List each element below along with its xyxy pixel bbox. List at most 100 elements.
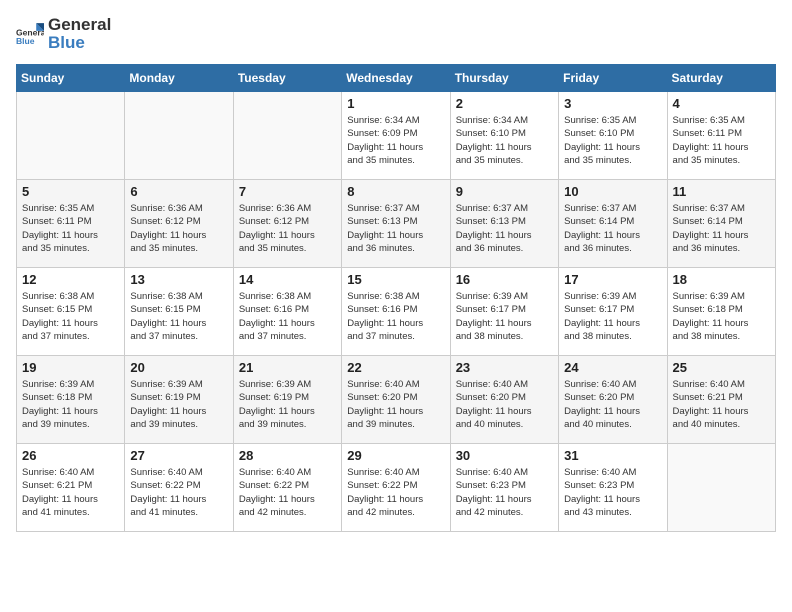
- day-info: Sunrise: 6:35 AM Sunset: 6:11 PM Dayligh…: [22, 202, 119, 255]
- day-info: Sunrise: 6:37 AM Sunset: 6:14 PM Dayligh…: [564, 202, 661, 255]
- day-info: Sunrise: 6:40 AM Sunset: 6:21 PM Dayligh…: [22, 466, 119, 519]
- day-number: 19: [22, 360, 119, 375]
- day-number: 1: [347, 96, 444, 111]
- day-number: 14: [239, 272, 336, 287]
- day-number: 7: [239, 184, 336, 199]
- day-info: Sunrise: 6:39 AM Sunset: 6:19 PM Dayligh…: [239, 378, 336, 431]
- day-number: 23: [456, 360, 553, 375]
- day-number: 31: [564, 448, 661, 463]
- day-number: 18: [673, 272, 770, 287]
- logo-general-text: General: [48, 15, 111, 34]
- weekday-header-thursday: Thursday: [450, 65, 558, 92]
- day-info: Sunrise: 6:40 AM Sunset: 6:23 PM Dayligh…: [456, 466, 553, 519]
- calendar-cell: 14 Sunrise: 6:38 AM Sunset: 6:16 PM Dayli…: [233, 268, 341, 356]
- day-number: 21: [239, 360, 336, 375]
- calendar-cell: 18Sunrise: 6:39 AM Sunset: 6:18 PM Dayli…: [667, 268, 775, 356]
- day-info: Sunrise: 6:40 AM Sunset: 6:20 PM Dayligh…: [347, 378, 444, 431]
- day-number: 10: [564, 184, 661, 199]
- day-number: 11: [673, 184, 770, 199]
- calendar-cell: 2 Sunrise: 6:34 AM Sunset: 6:10 PM Daylig…: [450, 92, 558, 180]
- calendar-cell: 4 Sunrise: 6:35 AM Sunset: 6:11 PM Daylig…: [667, 92, 775, 180]
- calendar-cell: [17, 92, 125, 180]
- day-number: 9: [456, 184, 553, 199]
- calendar-cell: 6 Sunrise: 6:36 AM Sunset: 6:12 PM Daylig…: [125, 180, 233, 268]
- calendar-cell: 27 Sunrise: 6:40 AM Sunset: 6:22 PM Dayli…: [125, 444, 233, 532]
- calendar-week-row: 12 Sunrise: 6:38 AM Sunset: 6:15 PM Dayli…: [17, 268, 776, 356]
- day-number: 30: [456, 448, 553, 463]
- page-header: General Blue General Blue: [16, 16, 776, 52]
- day-info: Sunrise: 6:34 AM Sunset: 6:09 PM Dayligh…: [347, 114, 444, 167]
- day-number: 8: [347, 184, 444, 199]
- calendar-cell: 21 Sunrise: 6:39 AM Sunset: 6:19 PM Dayli…: [233, 356, 341, 444]
- weekday-header-monday: Monday: [125, 65, 233, 92]
- logo-icon: General Blue: [16, 20, 44, 48]
- calendar-cell: 10 Sunrise: 6:37 AM Sunset: 6:14 PM Dayli…: [559, 180, 667, 268]
- day-info: Sunrise: 6:39 AM Sunset: 6:17 PM Dayligh…: [456, 290, 553, 343]
- calendar-cell: 13Sunrise: 6:38 AM Sunset: 6:15 PM Dayli…: [125, 268, 233, 356]
- day-number: 6: [130, 184, 227, 199]
- day-info: Sunrise: 6:38 AM Sunset: 6:16 PM Dayligh…: [239, 290, 336, 343]
- calendar-cell: [667, 444, 775, 532]
- calendar-cell: 5 Sunrise: 6:35 AM Sunset: 6:11 PM Daylig…: [17, 180, 125, 268]
- calendar-week-row: 19 Sunrise: 6:39 AM Sunset: 6:18 PM Dayli…: [17, 356, 776, 444]
- calendar-cell: 25 Sunrise: 6:40 AM Sunset: 6:21 PM Dayli…: [667, 356, 775, 444]
- calendar-cell: 29 Sunrise: 6:40 AM Sunset: 6:22 PM Dayli…: [342, 444, 450, 532]
- calendar-cell: 20Sunrise: 6:39 AM Sunset: 6:19 PM Dayli…: [125, 356, 233, 444]
- calendar-cell: 12 Sunrise: 6:38 AM Sunset: 6:15 PM Dayli…: [17, 268, 125, 356]
- calendar-cell: 31 Sunrise: 6:40 AM Sunset: 6:23 PM Dayli…: [559, 444, 667, 532]
- day-number: 22: [347, 360, 444, 375]
- day-number: 24: [564, 360, 661, 375]
- day-info: Sunrise: 6:40 AM Sunset: 6:20 PM Dayligh…: [564, 378, 661, 431]
- day-info: Sunrise: 6:38 AM Sunset: 6:16 PM Dayligh…: [347, 290, 444, 343]
- day-info: Sunrise: 6:35 AM Sunset: 6:11 PM Dayligh…: [673, 114, 770, 167]
- calendar-cell: 3 Sunrise: 6:35 AM Sunset: 6:10 PM Daylig…: [559, 92, 667, 180]
- calendar-cell: 17 Sunrise: 6:39 AM Sunset: 6:17 PM Dayli…: [559, 268, 667, 356]
- day-info: Sunrise: 6:36 AM Sunset: 6:12 PM Dayligh…: [130, 202, 227, 255]
- weekday-header-sunday: Sunday: [17, 65, 125, 92]
- calendar-table: SundayMondayTuesdayWednesdayThursdayFrid…: [16, 64, 776, 532]
- calendar-week-row: 1 Sunrise: 6:34 AM Sunset: 6:09 PM Daylig…: [17, 92, 776, 180]
- day-number: 29: [347, 448, 444, 463]
- calendar-cell: 19 Sunrise: 6:39 AM Sunset: 6:18 PM Dayli…: [17, 356, 125, 444]
- day-number: 5: [22, 184, 119, 199]
- day-number: 15: [347, 272, 444, 287]
- day-number: 12: [22, 272, 119, 287]
- calendar-cell: 7 Sunrise: 6:36 AM Sunset: 6:12 PM Daylig…: [233, 180, 341, 268]
- day-info: Sunrise: 6:38 AM Sunset: 6:15 PM Dayligh…: [22, 290, 119, 343]
- day-info: Sunrise: 6:37 AM Sunset: 6:14 PM Dayligh…: [673, 202, 770, 255]
- calendar-cell: 24 Sunrise: 6:40 AM Sunset: 6:20 PM Dayli…: [559, 356, 667, 444]
- svg-text:Blue: Blue: [16, 36, 35, 46]
- day-number: 17: [564, 272, 661, 287]
- day-info: Sunrise: 6:40 AM Sunset: 6:23 PM Dayligh…: [564, 466, 661, 519]
- day-info: Sunrise: 6:36 AM Sunset: 6:12 PM Dayligh…: [239, 202, 336, 255]
- calendar-cell: [233, 92, 341, 180]
- day-info: Sunrise: 6:39 AM Sunset: 6:17 PM Dayligh…: [564, 290, 661, 343]
- logo: General Blue General Blue: [16, 16, 111, 52]
- day-number: 2: [456, 96, 553, 111]
- day-info: Sunrise: 6:37 AM Sunset: 6:13 PM Dayligh…: [347, 202, 444, 255]
- day-number: 26: [22, 448, 119, 463]
- day-number: 3: [564, 96, 661, 111]
- day-info: Sunrise: 6:40 AM Sunset: 6:22 PM Dayligh…: [130, 466, 227, 519]
- logo-blue-text: Blue: [48, 33, 85, 52]
- day-info: Sunrise: 6:40 AM Sunset: 6:22 PM Dayligh…: [239, 466, 336, 519]
- day-number: 27: [130, 448, 227, 463]
- day-number: 4: [673, 96, 770, 111]
- weekday-header-saturday: Saturday: [667, 65, 775, 92]
- day-number: 13: [130, 272, 227, 287]
- day-info: Sunrise: 6:39 AM Sunset: 6:18 PM Dayligh…: [22, 378, 119, 431]
- calendar-cell: [125, 92, 233, 180]
- calendar-cell: 1 Sunrise: 6:34 AM Sunset: 6:09 PM Daylig…: [342, 92, 450, 180]
- day-info: Sunrise: 6:40 AM Sunset: 6:22 PM Dayligh…: [347, 466, 444, 519]
- day-number: 28: [239, 448, 336, 463]
- calendar-cell: 26 Sunrise: 6:40 AM Sunset: 6:21 PM Dayli…: [17, 444, 125, 532]
- day-info: Sunrise: 6:40 AM Sunset: 6:21 PM Dayligh…: [673, 378, 770, 431]
- day-info: Sunrise: 6:34 AM Sunset: 6:10 PM Dayligh…: [456, 114, 553, 167]
- calendar-cell: 11 Sunrise: 6:37 AM Sunset: 6:14 PM Dayli…: [667, 180, 775, 268]
- calendar-cell: 16Sunrise: 6:39 AM Sunset: 6:17 PM Dayli…: [450, 268, 558, 356]
- day-info: Sunrise: 6:39 AM Sunset: 6:19 PM Dayligh…: [130, 378, 227, 431]
- weekday-header-wednesday: Wednesday: [342, 65, 450, 92]
- day-number: 25: [673, 360, 770, 375]
- day-info: Sunrise: 6:35 AM Sunset: 6:10 PM Dayligh…: [564, 114, 661, 167]
- calendar-cell: 8 Sunrise: 6:37 AM Sunset: 6:13 PM Daylig…: [342, 180, 450, 268]
